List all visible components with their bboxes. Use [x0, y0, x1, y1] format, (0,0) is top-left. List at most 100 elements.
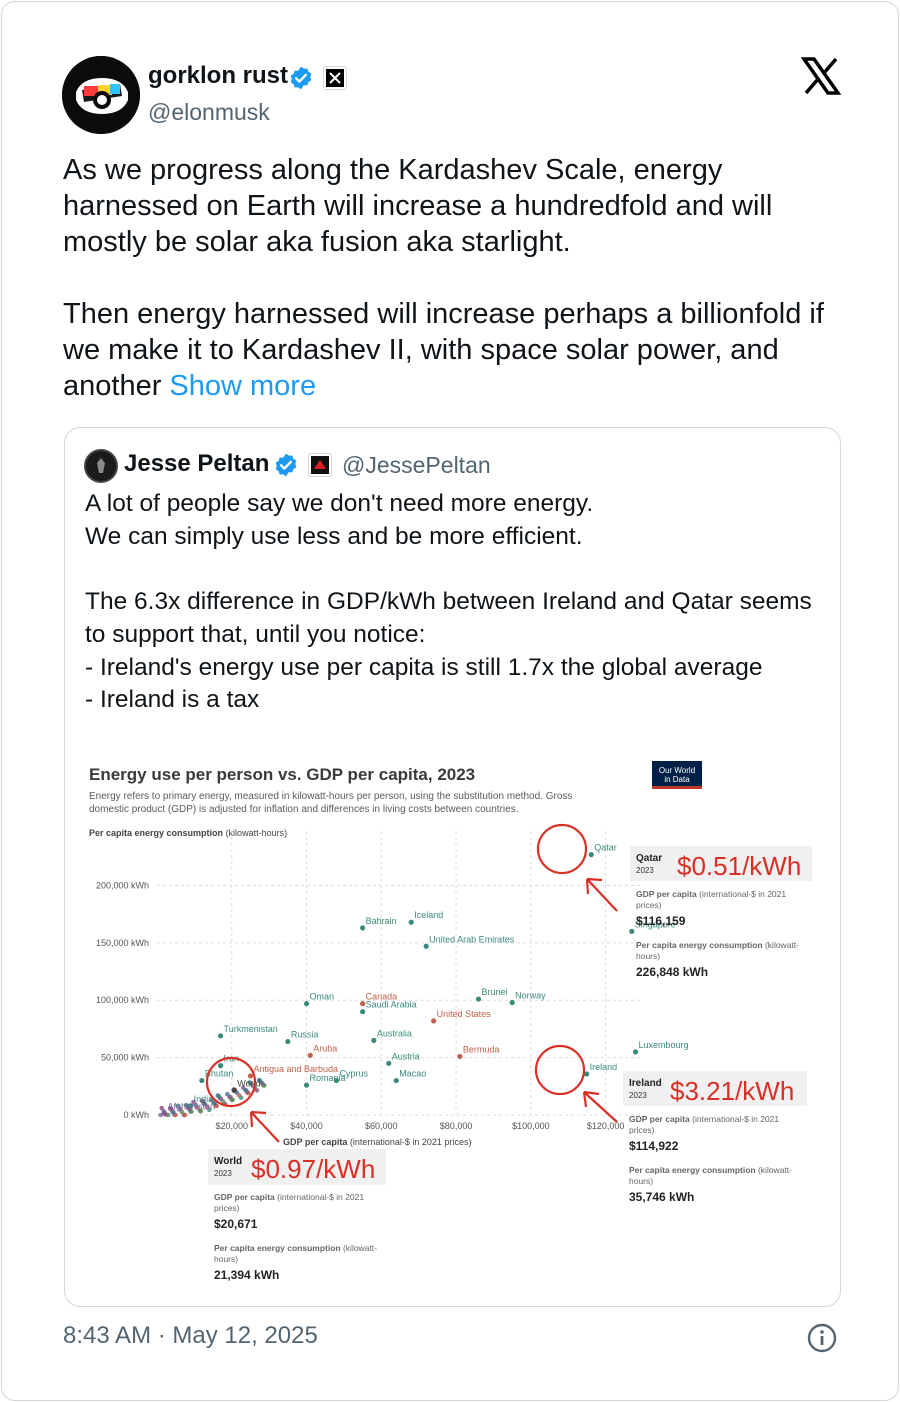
world-energy-unit2: hours) — [214, 1254, 238, 1264]
point-australia — [371, 1037, 377, 1043]
cluster-point — [216, 1093, 222, 1099]
point-iran — [217, 1063, 224, 1069]
qatar-gdp-unit2: prices) — [636, 900, 662, 910]
world-gdp-value: $20,671 — [214, 1217, 258, 1231]
point-label: Bermuda — [463, 1044, 500, 1054]
ireland-tooltip-label: Ireland — [629, 1078, 662, 1089]
point-label: Qatar — [594, 843, 617, 853]
quote-author-handle[interactable]: @JessePeltan — [342, 452, 491, 479]
x-logo-icon[interactable] — [801, 56, 841, 96]
point-saudi-arabia — [360, 1009, 366, 1015]
qatar-energy-label: Per capita energy consumption (kilowatt- — [636, 940, 799, 950]
author-handle[interactable]: @elonmusk — [148, 99, 270, 126]
point-turkmenistan — [217, 1033, 224, 1039]
y-tick-label: 150,000 kWh — [96, 938, 149, 948]
point-macao — [393, 1077, 399, 1084]
ireland-price: $3.21/kWh — [670, 1076, 794, 1106]
y-tick-label: 200,000 kWh — [96, 880, 149, 890]
quote-text: A lot of people say we don't need more e… — [85, 490, 812, 714]
ireland-tooltip: Ireland 2023 $3.21/kWh GDP per capita (i… — [623, 1071, 807, 1204]
quote-affiliate-icon[interactable] — [308, 453, 332, 477]
y-tick-label: 100,000 kWh — [96, 995, 149, 1005]
energy-gdp-chart: Energy use per person vs. GDP per capita… — [89, 761, 812, 1282]
point-label: Romania — [310, 1073, 346, 1083]
point-label: World — [237, 1078, 260, 1088]
point-label: Macao — [399, 1069, 426, 1079]
chart-title: Energy use per person vs. GDP per capita… — [89, 765, 475, 784]
point-austria — [386, 1060, 392, 1066]
x-axis-label: GDP per capita (international-$ in 2021 … — [283, 1137, 471, 1147]
cluster-point — [182, 1112, 188, 1118]
ireland-energy-label: Per capita energy consumption (kilowatt- — [629, 1165, 792, 1175]
point-bhutan — [199, 1077, 205, 1084]
cluster-point — [159, 1105, 165, 1111]
ireland-gdp-value: $114,922 — [629, 1139, 679, 1153]
x-tick-label: $40,000 — [290, 1121, 323, 1131]
tweet-text: As we progress along the Kardashev Scale… — [63, 152, 853, 404]
point-label: Ireland — [590, 1062, 618, 1072]
qatar-energy-unit2: hours) — [636, 951, 660, 961]
x-tick-label: $60,000 — [365, 1121, 398, 1131]
point-singapore — [629, 928, 635, 934]
qatar-highlight-circle — [536, 823, 588, 875]
author-name[interactable]: gorklon rust — [148, 62, 288, 90]
point-oman — [303, 1001, 310, 1007]
x-tick-label: $20,000 — [215, 1121, 248, 1131]
point-label: Aruba — [313, 1043, 337, 1053]
y-axis-label-bold: Per capita energy consumption — [89, 828, 223, 838]
point-bermuda — [457, 1053, 463, 1060]
cluster-point — [244, 1088, 249, 1093]
qatar-arrow — [585, 877, 618, 912]
point-label: Brunei — [482, 987, 508, 997]
y-tick-label: 50,000 kWh — [101, 1053, 149, 1063]
point-romania — [303, 1082, 310, 1088]
point-label: Bahrain — [366, 916, 397, 926]
verified-badge-icon — [290, 66, 312, 90]
ireland-gdp-unit2: prices) — [629, 1125, 655, 1135]
point-label: Norway — [515, 991, 546, 1001]
point-iceland — [408, 919, 414, 925]
chart-image[interactable]: Energy use per person vs. GDP per capita… — [65, 746, 840, 1306]
ireland-tooltip-year: 2023 — [629, 1091, 647, 1100]
world-gdp-label: GDP per capita (international-$ in 2021 — [214, 1192, 364, 1202]
quote-author-avatar[interactable] — [84, 449, 118, 483]
quoted-tweet[interactable]: Jesse Peltan @JessePeltan A lot of peopl… — [64, 427, 841, 1307]
qatar-tooltip: Qatar 2023 $0.51/kWh GDP per capita (int… — [630, 846, 812, 979]
chart-ticks: 0 kWh 50,000 kWh 100,000 kWh 150,000 kWh 200… — [96, 880, 624, 1131]
tweet-card: gorklon rust @elonmusk As we progress al… — [1, 1, 899, 1401]
x-tick-label: $120,000 — [587, 1121, 625, 1131]
ireland-gdp-label: GDP per capita (international-$ in 2021 — [629, 1114, 779, 1124]
tweet-body: As we progress along the Kardashev Scale… — [63, 154, 824, 402]
point-label: Saudi Arabia — [366, 1000, 417, 1010]
y-axis-label: Per capita energy consumption (kilowatt-… — [89, 828, 287, 838]
ireland-highlight-circle — [534, 1044, 586, 1096]
info-icon[interactable] — [806, 1322, 838, 1354]
y-tick-label: 0 kWh — [123, 1110, 149, 1120]
point-russia — [285, 1038, 291, 1045]
world-energy-label: Per capita energy consumption (kilowatt- — [214, 1243, 377, 1253]
x-tick-label: $80,000 — [440, 1121, 473, 1131]
ireland-arrow — [582, 1090, 618, 1123]
show-more-link[interactable]: Show more — [169, 370, 316, 402]
point-luxembourg — [632, 1049, 639, 1055]
point-label: Iceland — [414, 910, 443, 920]
point-label: Austria — [392, 1051, 420, 1061]
qatar-tooltip-year: 2023 — [636, 866, 654, 875]
point-label: Turkmenistan — [224, 1024, 278, 1034]
x-axis-label-bold: GDP per capita — [283, 1137, 348, 1147]
author-avatar[interactable] — [62, 56, 140, 134]
tweet-timestamp[interactable]: 8:43 AM · May 12, 2025 — [63, 1322, 318, 1350]
world-price: $0.97/kWh — [251, 1154, 375, 1184]
qatar-tooltip-label: Qatar — [636, 853, 662, 864]
ireland-energy-value: 35,746 kWh — [629, 1190, 694, 1204]
point-label: United States — [437, 1009, 492, 1019]
quote-verified-badge-icon — [275, 453, 297, 477]
qatar-gdp-value: $116,159 — [636, 914, 686, 928]
quote-author-name[interactable]: Jesse Peltan — [124, 450, 269, 478]
point-canada — [360, 1001, 366, 1007]
point-aruba — [307, 1052, 313, 1058]
x-affiliate-icon[interactable] — [323, 66, 347, 90]
qatar-price: $0.51/kWh — [677, 851, 801, 881]
point-norway — [509, 999, 515, 1006]
ireland-energy-unit2: hours) — [629, 1176, 653, 1186]
